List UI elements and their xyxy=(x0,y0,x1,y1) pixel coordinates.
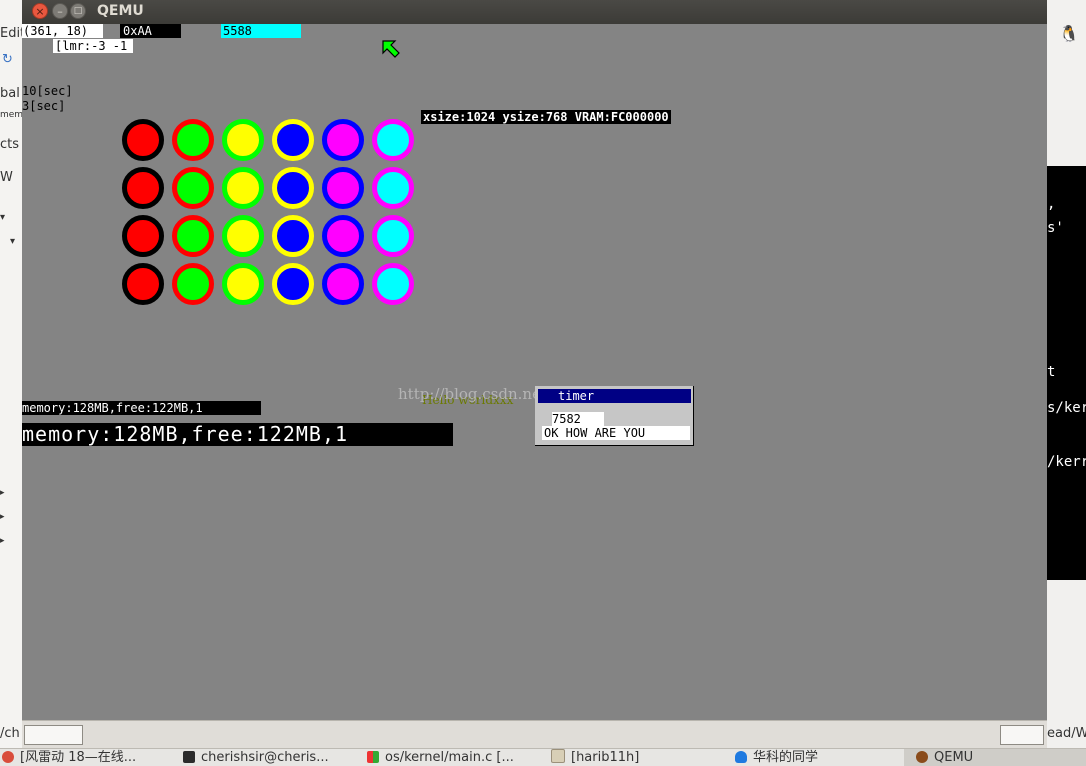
mouse-counter: 5588 xyxy=(221,24,301,38)
bg-label-mem: mem xyxy=(0,110,24,120)
bg-refresh-icon: ↻ xyxy=(2,52,13,67)
bg-tree-arrow-icon: ▸ xyxy=(0,536,5,546)
bg-label-w: W xyxy=(0,170,13,185)
circle xyxy=(222,263,264,305)
task-label: os/kernel/main.c [... xyxy=(385,750,514,765)
circle xyxy=(272,263,314,305)
circle xyxy=(372,119,414,161)
circle xyxy=(172,167,214,209)
circle xyxy=(372,215,414,257)
timer-window-titlebar[interactable]: timer xyxy=(538,389,691,403)
timer-counter: 7582 xyxy=(552,412,604,426)
task-label: 华科的同学 xyxy=(753,750,819,765)
key-code: 0xAA xyxy=(120,24,181,38)
background-app-right: 🐧 xyxy=(1047,0,1086,110)
close-icon[interactable]: × xyxy=(32,3,48,19)
timer-window-title: timer xyxy=(558,389,595,403)
bg-status-text-right: ead/W xyxy=(1047,726,1086,741)
circle xyxy=(222,167,264,209)
circle xyxy=(172,215,214,257)
timer-3sec: 3[sec] xyxy=(22,99,66,113)
background-terminal: , s' t s/ker /kerr xyxy=(1047,166,1086,580)
circle xyxy=(222,215,264,257)
circle xyxy=(122,215,164,257)
circle xyxy=(322,215,364,257)
circle xyxy=(122,119,164,161)
bg-label-cts: cts xyxy=(0,137,20,152)
terminal-line: /kerr xyxy=(1047,454,1086,470)
task-label: [风雷动 18—在线... xyxy=(20,750,137,765)
qemu-window: × – □ QEMU (361, 18) 0xAA 5588 [lmr:-3 -… xyxy=(22,0,1047,749)
bg-status-text: /ch xyxy=(0,726,20,741)
bg-label-bal: bal xyxy=(0,86,20,101)
bg-tree-arrow-icon: ▸ xyxy=(0,512,5,522)
status-box-right xyxy=(1000,725,1044,745)
task-editor[interactable]: os/kernel/main.c [... xyxy=(367,749,533,766)
task-file-manager[interactable]: [harib11h] xyxy=(551,749,721,766)
terminal-line: t xyxy=(1047,364,1056,380)
circle-grid xyxy=(122,119,426,309)
task-label: [harib11h] xyxy=(571,750,640,765)
task-chat[interactable]: 华科的同学 xyxy=(735,749,903,766)
task-terminal[interactable]: cherishsir@cheris... xyxy=(183,749,355,766)
circle xyxy=(172,119,214,161)
circle xyxy=(172,263,214,305)
emulator-screen[interactable]: (361, 18) 0xAA 5588 [lmr:-3 -1 10[sec] 3… xyxy=(22,24,1047,720)
mouse-position: (361, 18) xyxy=(22,24,103,38)
task-label: QEMU xyxy=(934,750,974,765)
bg-tree-expander-icon: ▾ xyxy=(0,212,6,223)
maximize-icon[interactable]: □ xyxy=(70,3,86,19)
circle xyxy=(372,167,414,209)
terminal-icon xyxy=(183,751,195,763)
timer-message: OK HOW ARE YOU xyxy=(542,426,690,440)
circle xyxy=(272,119,314,161)
terminal-line: , xyxy=(1047,196,1056,212)
chat-icon xyxy=(735,751,747,763)
circle xyxy=(322,263,364,305)
timer-window[interactable]: timer 7582 OK HOW ARE YOU xyxy=(535,386,694,446)
title-bar[interactable]: × – □ QEMU xyxy=(22,0,1047,24)
qemu-icon xyxy=(916,751,928,763)
task-label: cherishsir@cheris... xyxy=(201,750,329,765)
status-box-left xyxy=(24,725,83,745)
editor-icon xyxy=(367,751,379,763)
timer-10sec: 10[sec] xyxy=(22,84,73,98)
tux-icon: 🐧 xyxy=(1059,24,1079,43)
circle xyxy=(322,167,364,209)
file-manager-icon xyxy=(551,749,565,763)
mouse-cursor-icon xyxy=(382,40,400,58)
terminal-line: s' xyxy=(1047,220,1064,236)
memory-info-large: memory:128MB,free:122MB,1 xyxy=(22,423,453,446)
circle xyxy=(322,119,364,161)
memory-info-small: memory:128MB,free:122MB,1 xyxy=(22,401,261,415)
circle xyxy=(272,215,314,257)
bg-tree-expander-icon: ▾ xyxy=(10,236,16,247)
bg-tree-arrow-icon: ▸ xyxy=(0,488,5,498)
qemu-statusbar xyxy=(22,720,1047,749)
minimize-icon[interactable]: – xyxy=(52,3,68,19)
task-chrome[interactable]: [风雷动 18—在线... xyxy=(0,749,170,766)
circle xyxy=(222,119,264,161)
vram-info: xsize:1024 ysize:768 VRAM:FC000000 xyxy=(421,110,671,124)
circle xyxy=(122,167,164,209)
circle xyxy=(372,263,414,305)
chrome-icon xyxy=(2,751,14,763)
mouse-state: [lmr:-3 -1 xyxy=(53,39,133,53)
circle xyxy=(272,167,314,209)
terminal-line: s/ker xyxy=(1047,400,1086,416)
window-title: QEMU xyxy=(97,3,144,19)
taskbar: [风雷动 18—在线... cherishsir@cheris... os/ke… xyxy=(0,748,1086,766)
task-qemu[interactable]: QEMU xyxy=(904,749,1086,766)
circle xyxy=(122,263,164,305)
